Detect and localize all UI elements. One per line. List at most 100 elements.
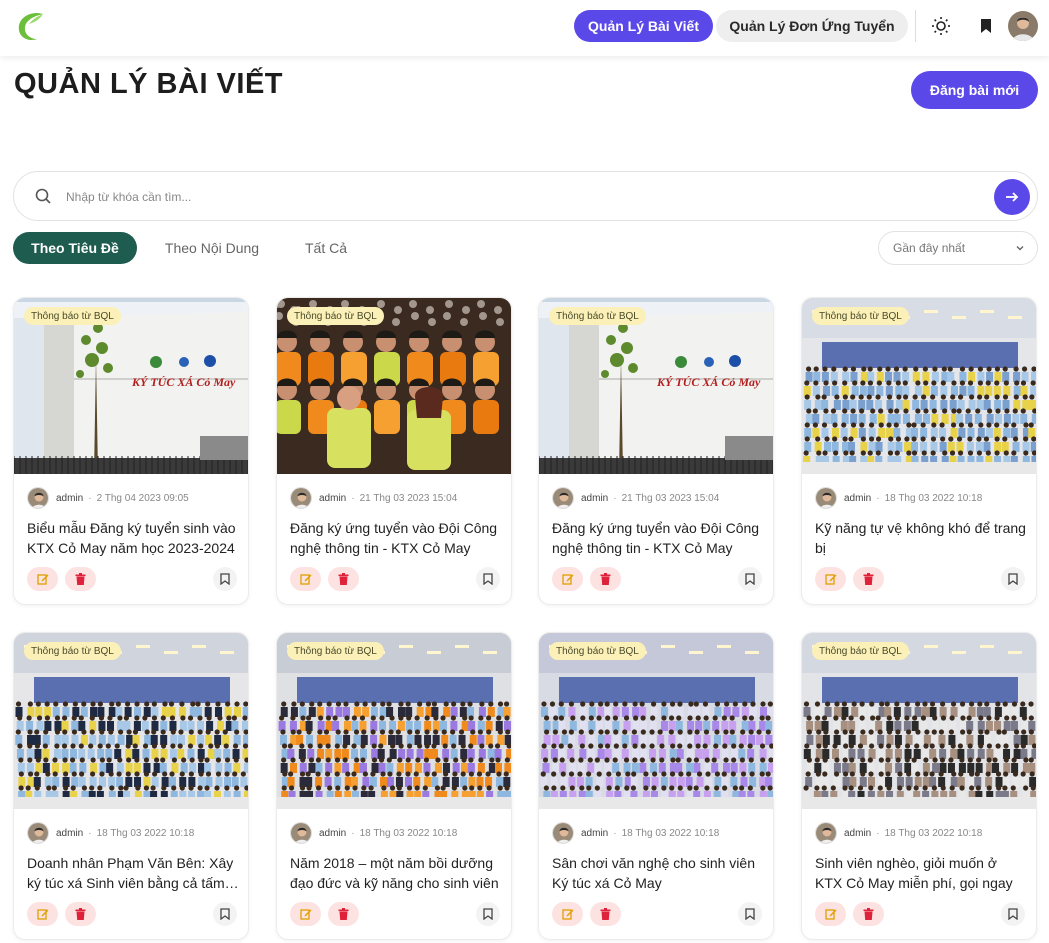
post-date: 18 Thg 03 2022 10:18	[96, 827, 195, 839]
meta-separator: ·	[613, 492, 617, 504]
post-title[interactable]: Đăng ký ứng tuyển vào Đội Công nghệ thôn…	[290, 518, 502, 558]
author-avatar	[290, 822, 312, 844]
edit-button[interactable]	[290, 567, 321, 591]
post-date: 21 Thg 03 2023 15:04	[359, 492, 458, 504]
post-title[interactable]: Sân chơi văn nghệ cho sinh viên Ký túc x…	[552, 853, 764, 893]
post-title[interactable]: Kỹ năng tự vệ không khó để trang bị	[815, 518, 1027, 558]
edit-icon	[36, 909, 48, 920]
sort-select[interactable]: Gần đây nhất	[878, 231, 1038, 265]
trash-icon	[338, 908, 349, 920]
search-submit-button[interactable]	[994, 179, 1030, 215]
author-name: admin	[319, 492, 347, 504]
post-card[interactable]: Thông báo từ BQL admin · 18 Thg 03 2022 …	[801, 632, 1037, 940]
search-icon	[34, 187, 52, 205]
save-bookmark-button[interactable]	[738, 902, 762, 926]
post-card[interactable]: Thông báo từ BQL admin · 18 Thg 03 2022 …	[276, 632, 512, 940]
edit-button[interactable]	[290, 902, 321, 926]
tab-by-content[interactable]: Theo Nội Dung	[150, 232, 274, 264]
post-meta: admin · 18 Thg 03 2022 10:18	[552, 822, 719, 844]
category-badge: Thông báo từ BQL	[549, 307, 646, 325]
delete-button[interactable]	[65, 902, 96, 926]
category-badge: Thông báo từ BQL	[24, 307, 121, 325]
post-date: 2 Thg 04 2023 09:05	[96, 492, 189, 504]
post-meta: admin · 18 Thg 03 2022 10:18	[27, 822, 194, 844]
bookmark-icon[interactable]	[974, 14, 998, 38]
author-name: admin	[844, 492, 872, 504]
search-bar	[13, 171, 1038, 221]
app-logo[interactable]	[13, 8, 49, 44]
trash-icon	[338, 573, 349, 585]
delete-button[interactable]	[590, 567, 621, 591]
save-bookmark-button[interactable]	[476, 902, 500, 926]
post-title[interactable]: Đăng ký ứng tuyển vào Đội Công nghệ thôn…	[552, 518, 764, 558]
meta-separator: ·	[876, 492, 880, 504]
post-date: 18 Thg 03 2022 10:18	[884, 827, 983, 839]
tab-by-title[interactable]: Theo Tiêu Đề	[13, 232, 137, 264]
post-card[interactable]: KÝ TÚC XÁ Cỏ May Thông báo từ BQL admin …	[538, 297, 774, 605]
new-post-button[interactable]: Đăng bài mới	[911, 71, 1038, 109]
delete-button[interactable]	[328, 902, 359, 926]
save-bookmark-button[interactable]	[1001, 567, 1025, 591]
post-date: 18 Thg 03 2022 10:18	[359, 827, 458, 839]
trash-icon	[863, 573, 874, 585]
save-bookmark-button[interactable]	[213, 567, 237, 591]
post-date: 18 Thg 03 2022 10:18	[621, 827, 720, 839]
post-title[interactable]: Doanh nhân Phạm Văn Bên: Xây ký túc xá S…	[27, 853, 239, 893]
arrow-right-icon	[1006, 192, 1019, 202]
edit-icon	[299, 574, 311, 585]
save-bookmark-button[interactable]	[1001, 902, 1025, 926]
meta-separator: ·	[88, 492, 92, 504]
edit-icon	[36, 574, 48, 585]
post-meta: admin · 21 Thg 03 2023 15:04	[552, 487, 719, 509]
post-title[interactable]: Năm 2018 – một năm bồi dưỡng đạo đức và …	[290, 853, 502, 893]
bookmark-icon	[1008, 908, 1018, 920]
post-card[interactable]: Thông báo từ BQL admin · 21 Thg 03 2023 …	[276, 297, 512, 605]
delete-button[interactable]	[590, 902, 621, 926]
edit-button[interactable]	[552, 902, 583, 926]
user-avatar[interactable]	[1008, 11, 1038, 41]
tab-all[interactable]: Tất Cả	[288, 232, 364, 264]
author-avatar	[552, 822, 574, 844]
edit-button[interactable]	[815, 567, 846, 591]
trash-icon	[75, 573, 86, 585]
edit-button[interactable]	[27, 902, 58, 926]
save-bookmark-button[interactable]	[476, 567, 500, 591]
delete-button[interactable]	[853, 567, 884, 591]
post-meta: admin · 21 Thg 03 2023 15:04	[290, 487, 457, 509]
author-name: admin	[319, 827, 347, 839]
edit-button[interactable]	[552, 567, 583, 591]
edit-icon	[824, 574, 836, 585]
post-card[interactable]: KÝ TÚC XÁ Cỏ May Thông báo từ BQL admin …	[13, 297, 249, 605]
author-name: admin	[581, 827, 609, 839]
bookmark-icon	[483, 908, 493, 920]
trash-icon	[600, 573, 611, 585]
delete-button[interactable]	[853, 902, 884, 926]
svg-text:KÝ TÚC XÁ Cỏ May: KÝ TÚC XÁ Cỏ May	[656, 375, 761, 389]
nav-applications-button[interactable]: Quản Lý Đơn Ứng Tuyển	[716, 10, 908, 42]
post-date: 18 Thg 03 2022 10:18	[884, 492, 983, 504]
nav-posts-button[interactable]: Quản Lý Bài Viết	[574, 10, 713, 42]
theme-toggle-sun-icon[interactable]	[929, 14, 953, 38]
post-title[interactable]: Biểu mẫu Đăng ký tuyển sinh vào KTX Cỏ M…	[27, 518, 239, 558]
post-card[interactable]: Thông báo từ BQL admin · 18 Thg 03 2022 …	[538, 632, 774, 940]
delete-button[interactable]	[328, 567, 359, 591]
author-name: admin	[56, 492, 84, 504]
save-bookmark-button[interactable]	[738, 567, 762, 591]
author-avatar	[552, 487, 574, 509]
edit-button[interactable]	[815, 902, 846, 926]
post-meta: admin · 18 Thg 03 2022 10:18	[815, 487, 982, 509]
trash-icon	[600, 908, 611, 920]
post-card[interactable]: Thông báo từ BQL admin · 18 Thg 03 2022 …	[801, 297, 1037, 605]
search-input[interactable]	[66, 184, 966, 210]
author-avatar	[815, 487, 837, 509]
delete-button[interactable]	[65, 567, 96, 591]
category-badge: Thông báo từ BQL	[287, 642, 384, 660]
post-card[interactable]: Thông báo từ BQL admin · 18 Thg 03 2022 …	[13, 632, 249, 940]
post-meta: admin · 18 Thg 03 2022 10:18	[815, 822, 982, 844]
post-title[interactable]: Sinh viên nghèo, giỏi muốn ở KTX Cỏ May …	[815, 853, 1027, 893]
save-bookmark-button[interactable]	[213, 902, 237, 926]
author-avatar	[290, 487, 312, 509]
meta-separator: ·	[88, 827, 92, 839]
edit-button[interactable]	[27, 567, 58, 591]
author-name: admin	[844, 827, 872, 839]
